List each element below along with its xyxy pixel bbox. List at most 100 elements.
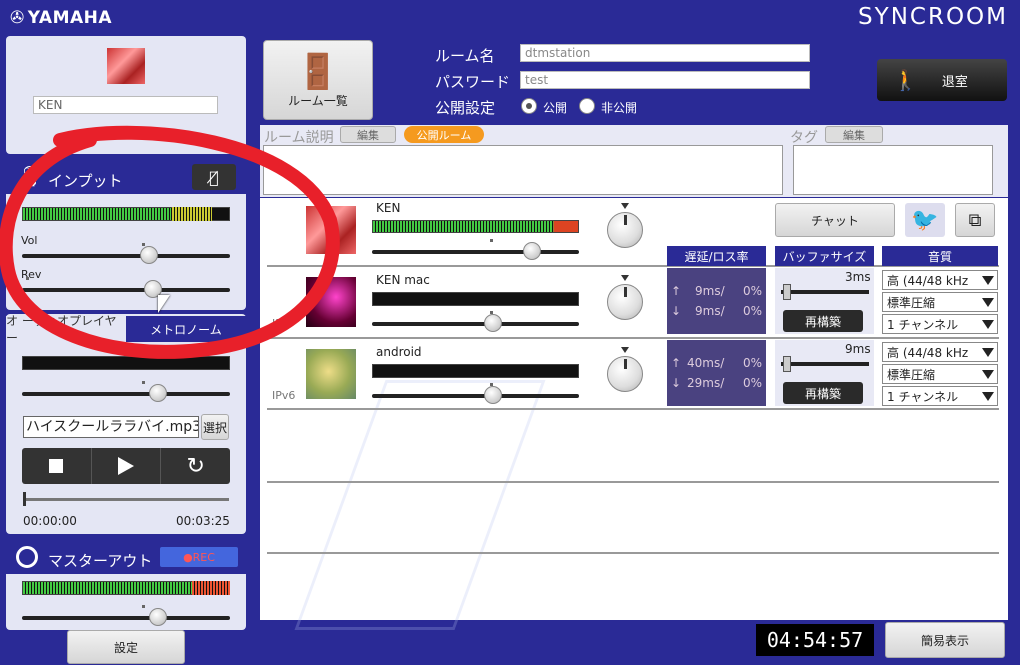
member-volume-slider[interactable] xyxy=(372,383,579,404)
room-name-field[interactable]: dtmstation xyxy=(520,44,810,62)
chat-button[interactable]: チャット xyxy=(775,203,895,237)
private-option-label: 非公開 xyxy=(601,101,638,115)
seek-bar[interactable] xyxy=(23,498,229,501)
yamaha-logo: ✇ YAMAHA xyxy=(10,8,112,28)
rebuild-button[interactable]: 再構築 xyxy=(783,310,863,332)
down-arrow-icon: ↓ xyxy=(671,304,682,318)
repeat-button[interactable]: ↻ xyxy=(161,448,230,484)
tag-edit-button[interactable]: 編集 xyxy=(825,126,883,143)
loss-down: 0% xyxy=(743,376,763,390)
leave-label: 退室 xyxy=(941,74,968,90)
ip-version: IPv6 xyxy=(272,389,296,402)
walking-person-icon: 🚶 xyxy=(893,68,918,92)
password-field[interactable]: test xyxy=(520,71,810,89)
compression-value: 標準圧縮 xyxy=(887,367,936,382)
private-radio[interactable] xyxy=(579,98,595,114)
down-arrow-icon: ↓ xyxy=(671,376,682,390)
leave-room-button[interactable]: 🚶 退室 xyxy=(877,59,1007,101)
loss-up: 0% xyxy=(743,284,763,298)
repeat-icon: ↻ xyxy=(186,453,205,479)
pan-marker xyxy=(621,347,629,353)
twitter-icon: 🐦 xyxy=(911,207,939,233)
quality-value: 高 (44/48 kHz xyxy=(887,345,969,360)
buffer-slider-handle[interactable] xyxy=(783,284,791,300)
buffer-value: 3ms xyxy=(845,270,871,284)
buffer-header: バッファサイズ xyxy=(775,246,874,266)
pan-marker xyxy=(621,275,629,281)
public-option-label: 公開 xyxy=(543,101,568,115)
buffer-slider-handle[interactable] xyxy=(783,356,791,372)
channel-value: 1 チャンネル xyxy=(887,317,959,332)
stop-icon xyxy=(49,459,64,473)
avatar[interactable] xyxy=(107,48,145,84)
room-list-button[interactable]: 🚪 ルーム一覧 xyxy=(263,40,373,120)
copy-button[interactable]: ⧉ xyxy=(955,203,995,237)
member-volume-slider[interactable] xyxy=(372,311,579,332)
audio-file-field[interactable]: ハイスクールララバイ.mp3 xyxy=(23,416,199,438)
member-pan-knob[interactable] xyxy=(607,356,643,392)
tag-box[interactable] xyxy=(793,145,993,195)
buffer-value: 9ms xyxy=(845,342,871,356)
public-room-badge: 公開ルーム xyxy=(404,126,484,143)
quality-select[interactable]: 高 (44/48 kHz xyxy=(882,270,998,290)
door-search-icon: 🚪 xyxy=(296,51,340,92)
row-divider xyxy=(267,481,999,483)
latency-down: 9ms/ xyxy=(695,304,725,318)
buffer-slider[interactable] xyxy=(781,362,869,366)
public-radio[interactable] xyxy=(521,98,537,114)
app-brand: SYNCROOM xyxy=(858,4,1008,30)
member-level-meter xyxy=(372,292,579,306)
member-level-meter xyxy=(372,364,579,378)
transport-bar: ↻ xyxy=(22,448,230,484)
room-list-label: ルーム一覧 xyxy=(288,93,348,108)
compression-select[interactable]: 標準圧縮 xyxy=(882,292,998,312)
stop-button[interactable] xyxy=(22,448,92,484)
twitter-button[interactable]: 🐦 xyxy=(905,203,945,237)
time-start: 00:00:00 xyxy=(23,514,77,528)
buffer-slider[interactable] xyxy=(781,290,869,294)
logo-text: YAMAHA xyxy=(27,8,113,28)
up-arrow-icon: ↑ xyxy=(671,284,682,298)
seek-handle[interactable] xyxy=(23,492,26,506)
settings-button[interactable]: 設定 xyxy=(67,630,185,664)
quality-select[interactable]: 高 (44/48 kHz xyxy=(882,342,998,362)
member-name: KEN xyxy=(376,201,401,215)
master-title: マスターアウト xyxy=(48,552,153,570)
time-end: 00:03:25 xyxy=(176,514,230,528)
compression-select[interactable]: 標準圧縮 xyxy=(882,364,998,384)
row-divider xyxy=(267,552,999,554)
channel-select[interactable]: 1 チャンネル xyxy=(882,314,998,334)
room-name-label: ルーム名 xyxy=(435,47,495,65)
loss-down: 0% xyxy=(743,304,763,318)
play-icon xyxy=(118,457,134,475)
simple-view-button[interactable]: 簡易表示 xyxy=(885,622,1005,658)
buffer-panel: 9ms 再構築 xyxy=(775,340,874,406)
password-label: パスワード xyxy=(435,73,511,91)
channel-value: 1 チャンネル xyxy=(887,389,959,404)
quality-value: 高 (44/48 kHz xyxy=(887,273,969,288)
latency-panel: ↑ 40ms/ 0% ↓ 29ms/ 0% xyxy=(667,340,766,406)
rebuild-button[interactable]: 再構築 xyxy=(783,382,863,404)
master-volume-slider[interactable] xyxy=(22,605,230,626)
player-volume-slider[interactable] xyxy=(22,381,230,402)
quality-header: 音質 xyxy=(882,246,998,266)
member-pan-knob[interactable] xyxy=(607,284,643,320)
up-arrow-icon: ↑ xyxy=(671,356,682,370)
member-name: android xyxy=(376,345,422,359)
public-setting-label: 公開設定 xyxy=(435,99,496,117)
pan-marker xyxy=(621,203,629,209)
clock-display: 04:54:57 xyxy=(756,624,874,656)
latency-panel: ↑ 9ms/ 0% ↓ 9ms/ 0% xyxy=(667,268,766,334)
member-level-meter xyxy=(372,220,579,233)
channel-select[interactable]: 1 チャンネル xyxy=(882,386,998,406)
file-select-button[interactable]: 選択 xyxy=(201,414,229,440)
latency-header: 遅延/ロス率 xyxy=(667,246,766,266)
member-pan-knob[interactable] xyxy=(607,212,643,248)
annotation-circle xyxy=(0,125,340,359)
tag-label: タグ xyxy=(790,130,818,146)
play-button[interactable] xyxy=(92,448,162,484)
member-volume-slider[interactable] xyxy=(372,239,579,260)
row-divider xyxy=(267,408,999,410)
rec-button[interactable]: ●REC xyxy=(160,547,238,567)
loss-up: 0% xyxy=(743,356,763,370)
